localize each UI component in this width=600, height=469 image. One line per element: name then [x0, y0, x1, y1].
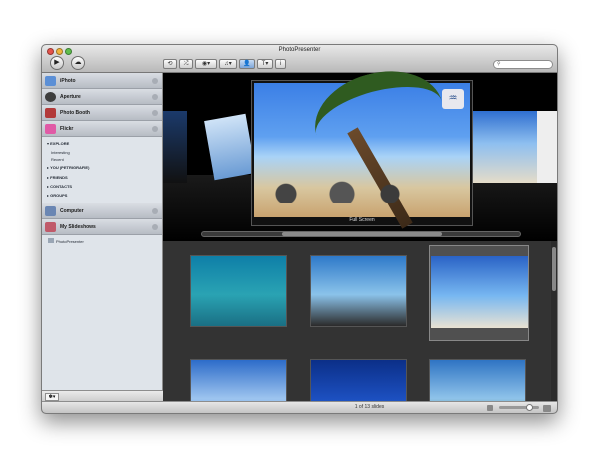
side-photo-polaroid[interactable]: [204, 113, 256, 181]
window-title: PhotoPresenter: [278, 47, 321, 53]
gear-icon[interactable]: [152, 208, 158, 214]
side-photo-hut[interactable]: [469, 111, 537, 183]
flickr-you[interactable]: ▸ YOU (PETRIGRAFIE): [47, 165, 89, 170]
shuffle-button[interactable]: ⤮: [179, 59, 193, 69]
flickr-contacts[interactable]: ▸ CONTACTS: [47, 184, 72, 189]
flickr-friends[interactable]: ▸ FRIENDS: [47, 175, 68, 180]
shuffle-icon: ⤮: [183, 61, 189, 67]
music-icon: ♫▾: [224, 61, 232, 67]
thumb-underwater-turtles[interactable]: [190, 255, 287, 327]
item-label: CONTACTS: [50, 184, 73, 189]
loop-button[interactable]: ⟲: [163, 59, 177, 69]
coverflow-scrollbar[interactable]: [201, 231, 521, 237]
thumb-beach-hut-image: [431, 256, 528, 328]
item-label: GROUPS: [50, 193, 68, 198]
flickr-icon: [45, 124, 56, 134]
coverflow-stage: ♒ Full Screen: [163, 57, 557, 241]
effects-button[interactable]: ◉▾: [195, 59, 217, 69]
thumb-underwater-turtles-image: [191, 256, 286, 326]
scrollbar-thumb[interactable]: [282, 232, 442, 236]
add-gear-button[interactable]: ✽▾: [45, 393, 59, 401]
status-bar: 1 of 13 slides: [42, 401, 557, 413]
source-flickr[interactable]: Flickr: [42, 121, 162, 137]
app-window: PhotoPresenter ▶ ☁ ⟲ ⤮ ◉▾ ♫▾ 👤 T▾ i ⚲ iP…: [41, 44, 558, 414]
source-label: Flickr: [60, 126, 74, 132]
small-photo-icon: [487, 405, 493, 411]
item-label: PhotoPresenter: [56, 239, 84, 244]
gear-icon[interactable]: [152, 126, 158, 132]
info-icon: i: [279, 61, 282, 67]
disclosure-icon: ▸: [47, 193, 50, 198]
person-icon: 👤: [243, 61, 251, 67]
thumb-beach-hut[interactable]: [429, 245, 529, 341]
flickr-groups[interactable]: ▸ GROUPS: [47, 193, 67, 198]
aperture-icon: [45, 92, 56, 102]
source-label: Aperture: [60, 94, 81, 100]
person-button[interactable]: 👤: [239, 59, 255, 69]
computer-icon: [45, 206, 56, 216]
title-bar: PhotoPresenter ▶ ☁ ⟲ ⤮ ◉▾ ♫▾ 👤 T▾ i ⚲: [42, 45, 557, 73]
play-button[interactable]: ▶: [50, 56, 64, 70]
cloud-button[interactable]: ☁: [71, 56, 85, 70]
toolbar: ⟲ ⤮ ◉▾ ♫▾ 👤 T▾ i: [163, 59, 288, 69]
side-photo-right-edge[interactable]: [537, 111, 557, 183]
gear-icon[interactable]: [152, 110, 158, 116]
photopresenter-logo-icon: ♒: [442, 89, 464, 109]
source-label: Computer: [60, 208, 84, 214]
side-photo-left-edge[interactable]: [163, 111, 187, 183]
thumb-palm-rocks-beach[interactable]: [310, 255, 407, 327]
play-icon: ▶: [54, 59, 60, 66]
item-label: FRIENDS: [50, 175, 68, 180]
palm-fronds: [304, 57, 454, 179]
source-iphoto[interactable]: iPhoto: [42, 73, 162, 89]
flickr-interesting[interactable]: Interesting: [51, 150, 70, 155]
thumbnail-size-slider[interactable]: [499, 404, 539, 411]
preview-image-palm-beach: ♒: [254, 57, 470, 229]
slider-knob[interactable]: [526, 404, 533, 411]
search-icon: ⚲: [497, 61, 501, 67]
flickr-explore[interactable]: ▾ EXPLORE: [47, 141, 69, 146]
rocks: [254, 181, 414, 203]
gear-icon[interactable]: [152, 78, 158, 84]
effects-icon: ◉▾: [201, 61, 211, 67]
search-field[interactable]: ⚲: [493, 60, 553, 69]
text-icon: T▾: [261, 61, 269, 67]
loop-icon: ⟲: [167, 61, 173, 67]
source-computer[interactable]: Computer: [42, 203, 162, 219]
disclosure-icon: ▸: [47, 175, 50, 180]
large-photo-icon: [543, 405, 551, 412]
iphoto-icon: [45, 76, 56, 86]
main-preview[interactable]: ♒ Full Screen: [251, 57, 473, 229]
sidebar: iPhoto Aperture Photo Booth Flickr ▾ EXP…: [42, 73, 163, 403]
source-photo-booth[interactable]: Photo Booth: [42, 105, 162, 121]
scrollbar-thumb[interactable]: [552, 247, 556, 291]
disclosure-icon: ▸: [47, 165, 50, 170]
disclosure-icon: ▸: [47, 184, 50, 189]
item-label: EXPLORE: [50, 141, 70, 146]
cloud-icon: ☁: [74, 59, 82, 66]
source-aperture[interactable]: Aperture: [42, 89, 162, 105]
thumbnail-grid: [163, 241, 557, 413]
slideshow-icon: [48, 238, 54, 243]
slideshow-item-photopresenter[interactable]: PhotoPresenter: [48, 238, 84, 244]
text-button[interactable]: T▾: [257, 59, 273, 69]
gear-icon[interactable]: [152, 224, 158, 230]
full-screen-button[interactable]: Full Screen: [252, 217, 472, 223]
thumb-palm-rocks-beach-image: [311, 256, 406, 326]
music-button[interactable]: ♫▾: [219, 59, 237, 69]
source-label: iPhoto: [60, 78, 76, 84]
slideshows-icon: [45, 222, 56, 232]
item-label: YOU (PETRIGRAFIE): [50, 165, 90, 170]
gear-icon[interactable]: [152, 94, 158, 100]
source-my-slideshows[interactable]: My Slideshows: [42, 219, 162, 235]
info-button[interactable]: i: [275, 59, 286, 69]
source-label: My Slideshows: [60, 224, 96, 230]
grid-scrollbar[interactable]: [551, 241, 557, 403]
photo-booth-icon: [45, 108, 56, 118]
flickr-recent[interactable]: Recent: [51, 157, 64, 162]
source-label: Photo Booth: [60, 110, 90, 116]
disclosure-icon: ▾: [47, 141, 50, 146]
